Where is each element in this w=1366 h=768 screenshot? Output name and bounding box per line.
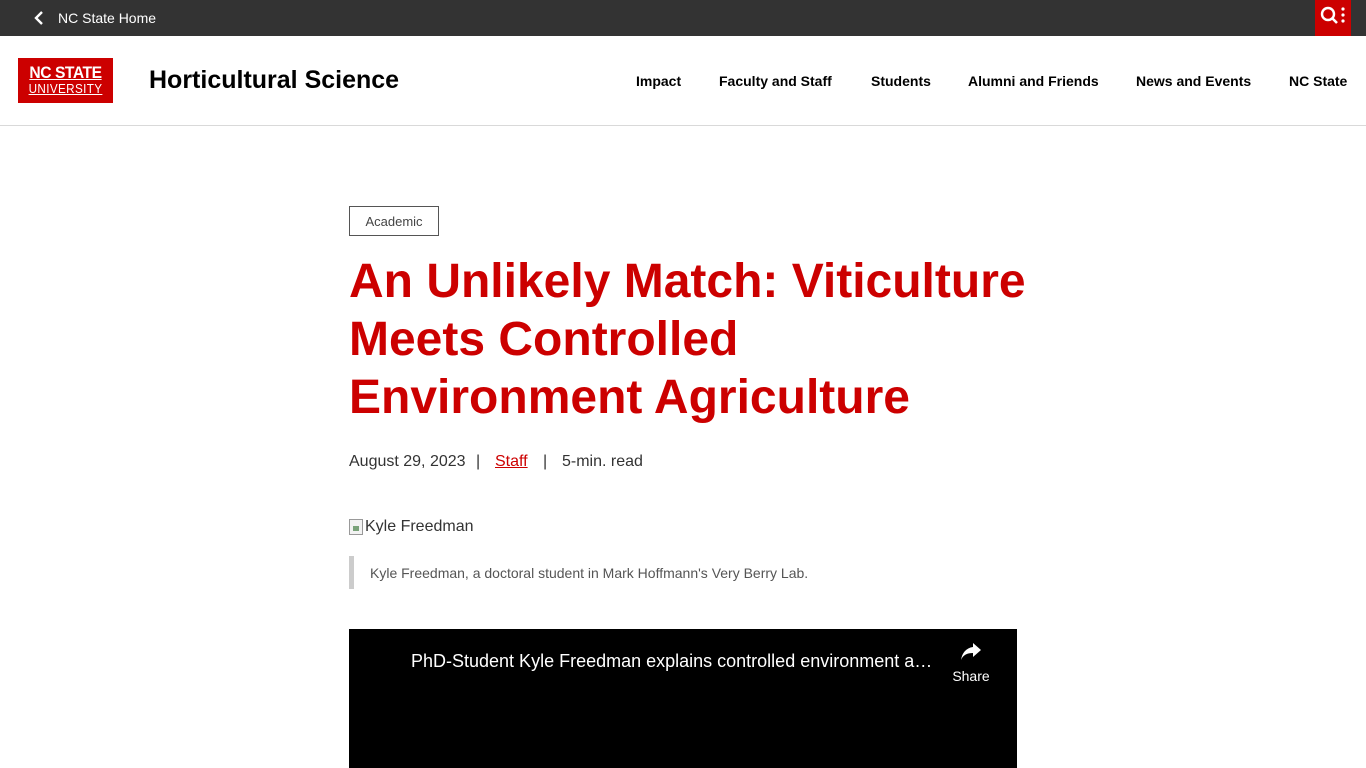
site-header: NC STATE UNIVERSITY Horticultural Scienc…: [0, 36, 1366, 126]
caption-text: Kyle Freedman, a doctoral student in Mar…: [370, 564, 809, 581]
nav-item-news-and-events[interactable]: News and Events: [1136, 73, 1251, 89]
nav-item-impact[interactable]: Impact: [636, 73, 681, 89]
publish-date: August 29, 2023: [349, 453, 466, 470]
video-title[interactable]: PhD-Student Kyle Freedman explains contr…: [411, 651, 941, 672]
nc-state-home-link[interactable]: NC State Home: [30, 0, 156, 36]
nav-item-nc-state[interactable]: NC State: [1289, 73, 1347, 89]
search-icon: [1320, 6, 1346, 31]
article-image: Kyle Freedman: [349, 518, 474, 536]
article-headline: An Unlikely Match: Viticulture Meets Con…: [349, 255, 1026, 424]
author-link[interactable]: Staff: [495, 453, 528, 471]
nav-item-students[interactable]: Students: [871, 73, 931, 89]
logo-line-2: UNIVERSITY: [28, 81, 103, 96]
image-caption: Kyle Freedman, a doctoral student in Mar…: [349, 556, 808, 589]
share-icon: [959, 643, 983, 667]
search-menu-button[interactable]: [1315, 0, 1351, 36]
broken-image-icon: [349, 519, 363, 535]
nc-state-logo[interactable]: NC STATE UNIVERSITY: [18, 58, 113, 103]
share-button[interactable]: Share: [945, 641, 997, 684]
meta-separator: |: [543, 453, 548, 470]
read-time: 5-min. read: [562, 453, 643, 470]
site-title[interactable]: Horticultural Science: [149, 66, 399, 95]
logo-line-1: NC STATE: [29, 63, 102, 82]
category-tag[interactable]: Academic: [349, 206, 439, 236]
nav-item-alumni-and-friends[interactable]: Alumni and Friends: [968, 73, 1099, 89]
image-alt-text: Kyle Freedman: [365, 518, 474, 535]
share-label: Share: [952, 668, 990, 684]
chevron-left-icon: [30, 9, 48, 27]
meta-separator: |: [476, 453, 481, 470]
utility-bar: NC State Home: [0, 0, 1366, 36]
nav-item-faculty-and-staff[interactable]: Faculty and Staff: [719, 73, 832, 89]
video-player[interactable]: PhD-Student Kyle Freedman explains contr…: [349, 629, 1017, 768]
home-link-label: NC State Home: [58, 10, 157, 26]
